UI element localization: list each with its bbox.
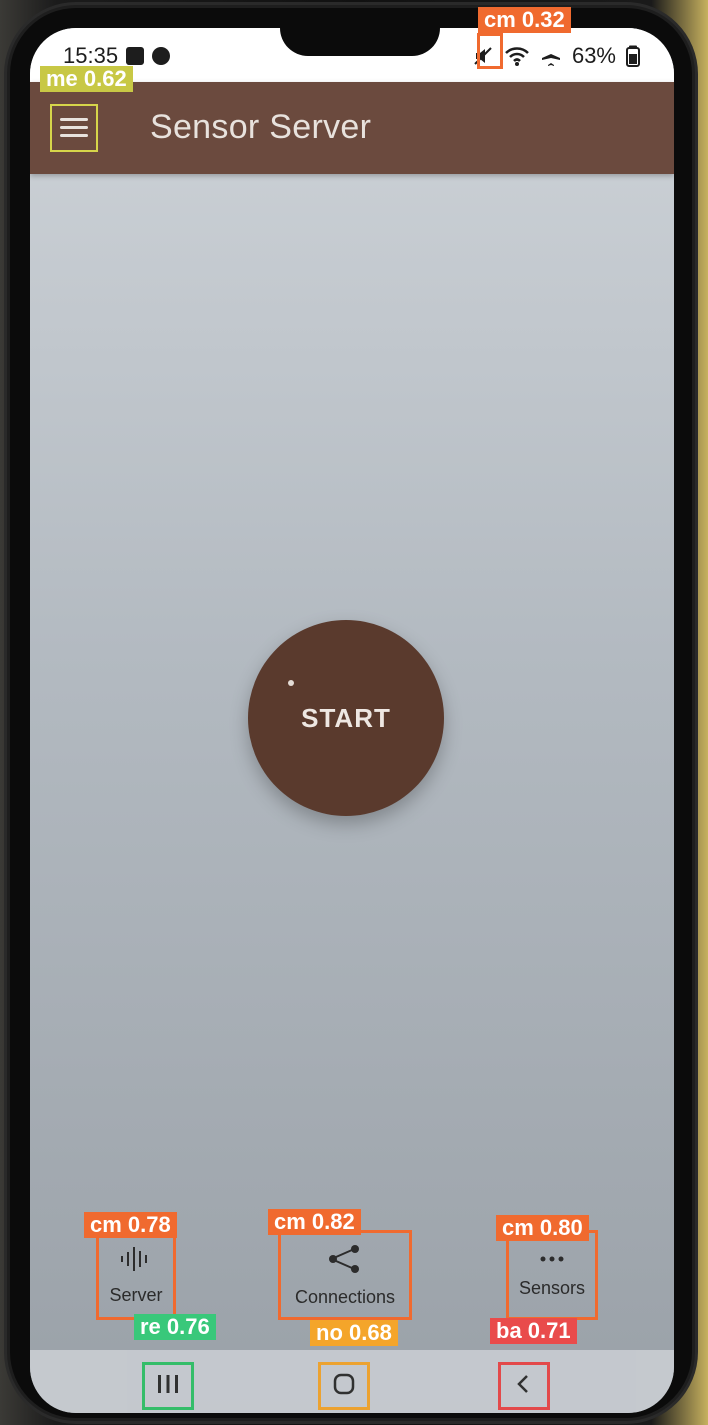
- camera-notch: [280, 28, 440, 56]
- detection-label: cm 0.78: [84, 1212, 177, 1238]
- system-navigation-bar: [30, 1350, 674, 1413]
- detection-label: me 0.62: [40, 66, 133, 92]
- app-title: Sensor Server: [150, 108, 372, 146]
- nav-item-server[interactable]: Server: [96, 1230, 176, 1320]
- home-button[interactable]: [318, 1362, 370, 1410]
- wifi-icon: [504, 45, 530, 67]
- more-horizontal-icon: [537, 1251, 567, 1272]
- nav-label-server: Server: [109, 1285, 163, 1305]
- start-button-label: START: [301, 702, 391, 733]
- detection-box: [477, 33, 503, 69]
- detection-label: cm 0.82: [268, 1209, 361, 1235]
- nav-item-sensors[interactable]: Sensors: [506, 1230, 598, 1320]
- detection-label: cm 0.80: [496, 1215, 589, 1241]
- recent-apps-button[interactable]: [142, 1362, 194, 1410]
- nav-label-connections: Connections: [294, 1287, 396, 1307]
- phone-frame: 15:35 63% Sensor Server START Server Con…: [10, 8, 692, 1418]
- share-network-icon: [325, 1242, 365, 1281]
- start-button-container: START: [248, 620, 444, 816]
- alarm-icon: [152, 47, 171, 65]
- recent-apps-icon: [155, 1372, 181, 1401]
- detection-label: cm 0.32: [478, 7, 571, 33]
- back-icon: [511, 1371, 537, 1402]
- battery-percent: 63%: [571, 43, 616, 68]
- detection-label: re 0.76: [134, 1314, 216, 1340]
- home-icon: [331, 1371, 357, 1402]
- detection-label: ba 0.71: [490, 1318, 577, 1344]
- bottom-navigation: Server Connections Sensors: [30, 1230, 674, 1330]
- detection-label: no 0.68: [310, 1320, 398, 1346]
- waveform-icon: [119, 1244, 153, 1279]
- hamburger-menu-icon: [60, 118, 88, 138]
- airplane-icon: [540, 45, 562, 67]
- checkbox-icon: [126, 47, 145, 65]
- phone-screen: 15:35 63% Sensor Server START Server Con…: [30, 28, 674, 1413]
- back-button[interactable]: [498, 1362, 550, 1410]
- app-bar: Sensor Server: [30, 82, 674, 174]
- nav-item-connections[interactable]: Connections: [278, 1230, 412, 1320]
- menu-button[interactable]: [50, 104, 98, 152]
- start-button[interactable]: START: [248, 620, 444, 816]
- start-button-highlight: [288, 680, 294, 686]
- battery-icon: [626, 45, 640, 67]
- nav-label-sensors: Sensors: [518, 1278, 586, 1298]
